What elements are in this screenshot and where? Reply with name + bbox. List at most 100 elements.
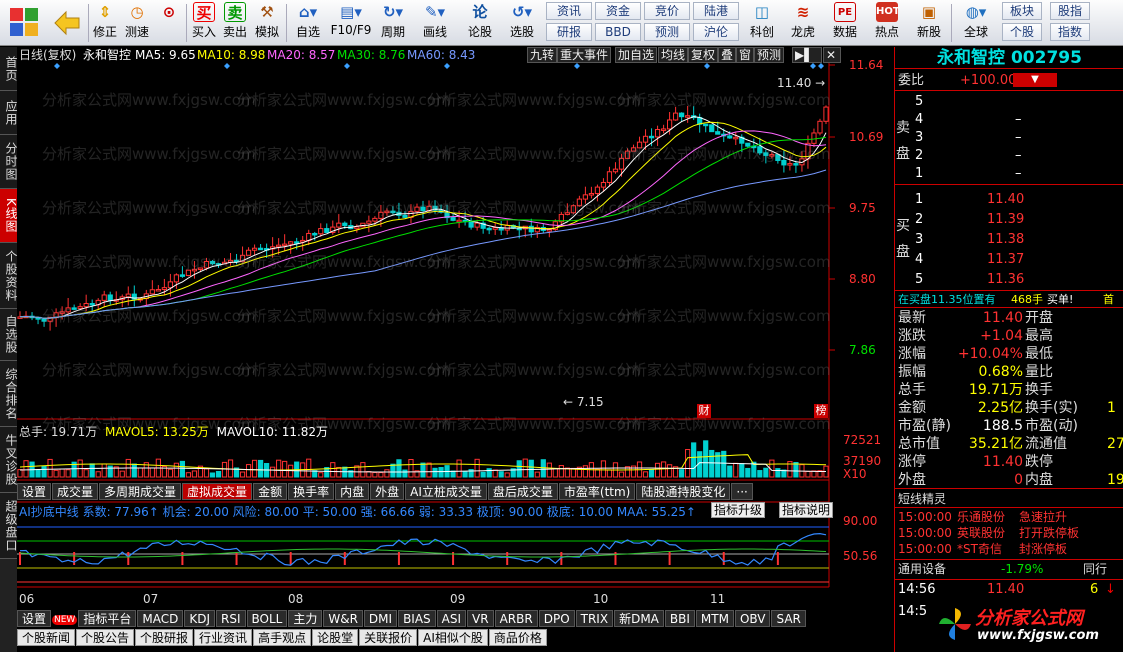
indicator-tab[interactable]: OBV bbox=[734, 610, 771, 627]
indicator-tab[interactable]: MTM bbox=[695, 610, 734, 627]
kline-chart-svg[interactable] bbox=[17, 47, 894, 652]
volume-indicator-tab[interactable]: ··· bbox=[731, 483, 753, 500]
toolbar-speedtest-button[interactable]: ◷ 测速 bbox=[122, 2, 152, 44]
volume-indicator-tab[interactable]: 盘后成交量 bbox=[487, 483, 558, 500]
info-tab[interactable]: 论股堂 bbox=[312, 629, 359, 646]
toolbar-dragon-button[interactable]: ≋ 龙虎 bbox=[784, 2, 822, 44]
sell-order-row[interactable]: 3– bbox=[895, 129, 1123, 146]
toolbar-f10-button[interactable]: ▤▾ F10/F9 bbox=[328, 2, 374, 44]
toolbar-scitech-button[interactable]: ◫ 科创 bbox=[744, 2, 780, 44]
info-tab[interactable]: AI相似个股 bbox=[418, 629, 488, 646]
tab-kline[interactable]: K线图 bbox=[0, 189, 18, 243]
indicator-tab[interactable]: BOLL bbox=[246, 610, 288, 627]
info-tab[interactable]: 高手观点 bbox=[253, 629, 312, 646]
volume-indicator-tab[interactable]: 陆股通持股变化 bbox=[636, 483, 731, 500]
news-button[interactable]: 资讯 bbox=[546, 2, 592, 20]
play-icon[interactable]: ▶▌ bbox=[792, 47, 822, 63]
nine-turn-tab[interactable]: 九转 bbox=[527, 47, 558, 63]
indicator-tab[interactable]: DMI bbox=[363, 610, 398, 627]
info-tab[interactable]: 个股新闻 bbox=[17, 629, 76, 646]
indicator-tab[interactable]: BIAS bbox=[398, 610, 436, 627]
indicator-tab[interactable]: W&R bbox=[323, 610, 363, 627]
sell-order-row[interactable]: 4– bbox=[895, 111, 1123, 128]
indicator-tab[interactable]: 设置 bbox=[17, 610, 52, 627]
toolbar-buy-button[interactable]: 买买入 bbox=[189, 2, 219, 44]
indicator-tab[interactable]: RSI bbox=[216, 610, 246, 627]
indicator-upgrade-button[interactable]: 指标升级 bbox=[711, 502, 766, 518]
toolbar-draw-button[interactable]: ✎▾ 画线 bbox=[418, 2, 452, 44]
indicator-help-button[interactable]: 指标说明 bbox=[779, 502, 834, 518]
hk-connect-button[interactable]: 陆港 bbox=[693, 2, 739, 20]
close-icon[interactable]: ✕ bbox=[823, 47, 841, 63]
indicator-tab[interactable]: 指标平台 bbox=[78, 610, 137, 627]
volume-indicator-tab[interactable]: 金额 bbox=[253, 483, 288, 500]
tab-apps[interactable]: 应用 bbox=[0, 91, 18, 135]
funds-button[interactable]: 资金 bbox=[595, 2, 641, 20]
chevron-down-icon[interactable]: ▼ bbox=[1013, 73, 1057, 87]
indicator-tab[interactable]: MACD bbox=[137, 610, 184, 627]
buy-order-row[interactable]: 1 11.40 bbox=[895, 191, 1123, 208]
toolbar-correct-button[interactable]: ⇕ 修正 bbox=[90, 2, 120, 44]
indicator-tab[interactable]: 新DMA bbox=[614, 610, 664, 627]
buy-order-row[interactable]: 5 11.36 bbox=[895, 271, 1123, 288]
tab-watchlist[interactable]: 自选股 bbox=[0, 309, 18, 361]
volume-indicator-tab[interactable]: 内盘 bbox=[335, 483, 370, 500]
adjust-tab[interactable]: 复权 bbox=[688, 47, 719, 63]
stock-button[interactable]: 个股 bbox=[1002, 23, 1042, 41]
major-events-tab[interactable]: 重大事件 bbox=[557, 47, 612, 63]
index-button[interactable]: 指数 bbox=[1050, 23, 1090, 41]
sector-row[interactable]: 通用设备 -1.79% 同行 bbox=[895, 559, 1123, 577]
kline-chart-area[interactable]: 日线(复权) 永和智控 MA5: 9.65 MA10: 8.98 MA20: 8… bbox=[17, 47, 894, 652]
tab-home[interactable]: 首页 bbox=[0, 47, 18, 91]
info-tab[interactable]: 个股研报 bbox=[135, 629, 194, 646]
index-futures-button[interactable]: 股指 bbox=[1050, 2, 1090, 20]
toolbar-newstock-button[interactable]: ▣ 新股 bbox=[910, 2, 948, 44]
billboard-event-marker[interactable]: 榜 bbox=[814, 404, 828, 418]
indicator-tab[interactable]: VR bbox=[467, 610, 494, 627]
indicator-tab[interactable]: BBI bbox=[664, 610, 695, 627]
indicator-tab[interactable]: KDJ bbox=[184, 610, 215, 627]
buy-order-row[interactable]: 3 11.38 bbox=[895, 231, 1123, 248]
indicator-tab[interactable]: 主力 bbox=[288, 610, 323, 627]
sell-order-row[interactable]: 5 bbox=[895, 93, 1123, 110]
toolbar-lightbulb-button[interactable]: ⊙ bbox=[154, 2, 184, 44]
window-tab[interactable]: 窗 bbox=[736, 47, 755, 63]
indicator-tab[interactable]: SAR bbox=[771, 610, 806, 627]
toolbar-data-button[interactable]: PE 数据 bbox=[826, 2, 864, 44]
indicator-tab[interactable]: ASI bbox=[436, 610, 467, 627]
volume-indicator-tab[interactable]: 设置 bbox=[17, 483, 52, 500]
tab-timeshare[interactable]: 分时图 bbox=[0, 135, 18, 189]
elf-news-item[interactable]: 15:00:00 英联股份 打开跌停板 bbox=[895, 525, 1123, 541]
sell-order-row[interactable]: 2– bbox=[895, 147, 1123, 164]
back-arrow-icon[interactable] bbox=[50, 2, 84, 44]
toolbar-sell-button[interactable]: 卖卖出 bbox=[220, 2, 250, 44]
volume-indicator-tab[interactable]: AI立桩成交量 bbox=[405, 483, 487, 500]
app-logo-icon[interactable] bbox=[4, 2, 44, 44]
info-tab[interactable]: 关联报价 bbox=[359, 629, 418, 646]
toolbar-watchlist-button[interactable]: ⌂▾ 自选 bbox=[289, 2, 327, 44]
finance-event-marker[interactable]: 财 bbox=[697, 404, 711, 418]
indicator-tab[interactable]: TRIX bbox=[575, 610, 614, 627]
elf-news-item[interactable]: 15:00:00 乐通股份 急速拉升 bbox=[895, 509, 1123, 525]
info-tab[interactable]: 行业资讯 bbox=[194, 629, 253, 646]
order-banner[interactable]: 在买盘11.35位置有 468手 买单! 首 bbox=[895, 291, 1123, 308]
volume-indicator-tab[interactable]: 多周期成交量 bbox=[99, 483, 182, 500]
toolbar-hot-button[interactable]: HOT 热点 bbox=[868, 2, 906, 44]
volume-indicator-tab[interactable]: 换手率 bbox=[288, 483, 335, 500]
info-tab[interactable]: 个股公告 bbox=[76, 629, 135, 646]
info-tab[interactable]: 商品价格 bbox=[488, 629, 547, 646]
ma-tab[interactable]: 均线 bbox=[658, 47, 689, 63]
volume-indicator-tab[interactable]: 外盘 bbox=[370, 483, 405, 500]
bbd-button[interactable]: BBD bbox=[595, 23, 641, 41]
toolbar-select-button[interactable]: ↺▾ 选股 bbox=[502, 2, 542, 44]
toolbar-simulate-button[interactable]: ⚒ 模拟 bbox=[251, 2, 283, 44]
add-watchlist-tab[interactable]: 加自选 bbox=[615, 47, 658, 63]
tab-stock-info[interactable]: 个股资料 bbox=[0, 243, 18, 309]
research-button[interactable]: 研报 bbox=[546, 23, 592, 41]
volume-indicator-tab[interactable]: 成交量 bbox=[52, 483, 99, 500]
toolbar-global-button[interactable]: ◍▾ 全球 bbox=[955, 2, 997, 44]
buy-order-row[interactable]: 4 11.37 bbox=[895, 251, 1123, 268]
forecast-button[interactable]: 预测 bbox=[644, 23, 690, 41]
overlay-tab[interactable]: 叠 bbox=[718, 47, 737, 63]
sell-order-row[interactable]: 1– bbox=[895, 165, 1123, 182]
